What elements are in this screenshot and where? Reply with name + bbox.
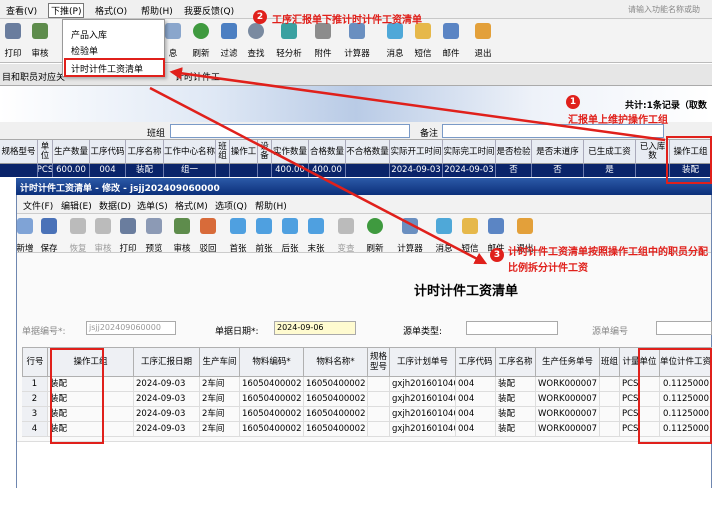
annotation-badge-2: 2	[253, 10, 267, 24]
annotation-text-2: 工序汇报单下推计时计件工资清单	[272, 15, 422, 26]
annotation-badge-1: 1	[566, 95, 580, 109]
arrow-to-heading	[149, 86, 488, 265]
annotation-text-1: 汇报单上维护操作工组	[568, 115, 668, 126]
annotation-badge-3: 3	[490, 248, 504, 262]
arrow-to-dropdown	[169, 67, 666, 142]
annotation-text-3: 计时计件工资清单按照操作工组中的职员分配比例拆分计件工资	[508, 247, 708, 274]
